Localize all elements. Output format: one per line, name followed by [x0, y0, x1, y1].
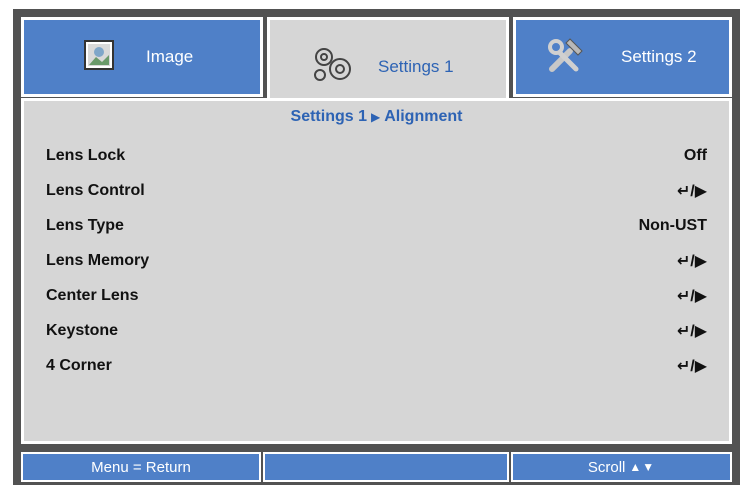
menu-return-button[interactable]: Menu = Return: [21, 452, 261, 482]
menu-item-value: ↵/▶: [676, 288, 707, 305]
menu-item-label: Lens Control: [46, 182, 145, 199]
menu-item-label: Center Lens: [46, 287, 139, 304]
tab-settings-2-label: Settings 2: [621, 47, 697, 66]
osd-menu-frame: Image Settings 1 Settings 2 Settings 1 ▶…: [13, 9, 740, 485]
scroll-button[interactable]: Scroll ▲▼: [511, 452, 732, 482]
menu-item-lens-memory[interactable]: Lens Memory ↵/▶: [46, 247, 707, 275]
menu-item-value: ↵/▶: [676, 253, 707, 270]
menu-item-value: ↵/▶: [676, 323, 707, 340]
content-panel: Settings 1 ▶ Alignment Lens Lock Off Lens …: [21, 98, 732, 444]
menu-item-lens-lock[interactable]: Lens Lock Off: [46, 142, 707, 170]
menu-item-value: Non-UST: [638, 217, 707, 234]
menu-item-lens-type[interactable]: Lens Type Non-UST: [46, 212, 707, 240]
menu-item-value: ↵/▶: [676, 183, 707, 200]
menu-item-label: Lens Type: [46, 217, 124, 234]
tab-settings-2[interactable]: Settings 2: [513, 17, 732, 97]
breadcrumb: Settings 1 ▶ Alignment: [24, 108, 729, 126]
menu-item-keystone[interactable]: Keystone ↵/▶: [46, 317, 707, 345]
tools-icon: [546, 35, 586, 80]
image-icon: [84, 39, 114, 75]
menu-item-center-lens[interactable]: Center Lens ↵/▶: [46, 282, 707, 310]
menu-item-4-corner[interactable]: 4 Corner ↵/▶: [46, 352, 707, 380]
tab-image[interactable]: Image: [21, 17, 263, 97]
scroll-arrows-icon: ▲▼: [629, 460, 656, 474]
menu-item-lens-control[interactable]: Lens Control ↵/▶: [46, 177, 707, 205]
breadcrumb-section: Settings 1: [290, 108, 367, 125]
menu-item-value: ↵/▶: [676, 358, 707, 375]
menu-item-label: Lens Memory: [46, 252, 150, 269]
gears-icon: [310, 43, 358, 90]
menu-return-label: Menu = Return: [91, 458, 191, 476]
menu-item-value: Off: [683, 147, 707, 164]
scroll-label: Scroll: [587, 458, 626, 476]
breadcrumb-page: Alignment: [384, 108, 463, 125]
menu-item-label: Lens Lock: [46, 147, 126, 164]
tab-image-label: Image: [146, 47, 194, 66]
menu-item-label: Keystone: [46, 322, 119, 339]
tab-settings-1-label: Settings 1: [378, 56, 454, 76]
menu-item-label: 4 Corner: [46, 357, 112, 374]
footer-middle-button: [263, 452, 509, 482]
breadcrumb-separator: ▶: [371, 110, 381, 124]
